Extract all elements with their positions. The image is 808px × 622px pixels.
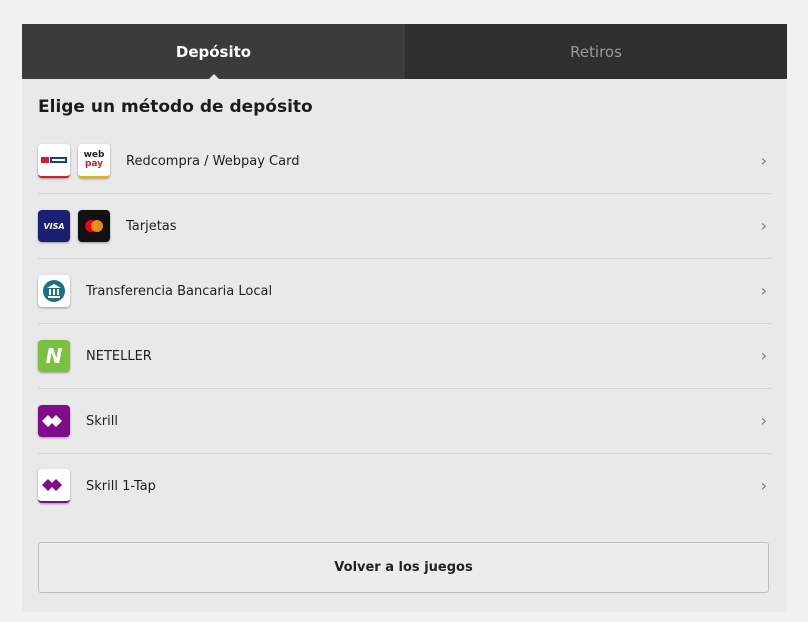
method-bank-transfer[interactable]: Transferencia Bancaria Local › [38,259,771,324]
chevron-right-icon: › [760,411,767,430]
method-logos: VISA [38,210,110,242]
method-label: NETELLER [86,348,152,364]
tab-deposit[interactable]: Depósito [22,24,405,79]
method-logos [38,275,70,307]
chevron-right-icon: › [760,476,767,495]
redcompra-logo-icon [38,144,70,178]
tab-withdrawals[interactable]: Retiros [405,24,787,79]
method-skrill-1-tap[interactable]: Skrill 1-Tap › [38,454,771,518]
chevron-right-icon: › [760,151,767,170]
chevron-right-icon: › [760,346,767,365]
method-logos: N [38,340,70,372]
method-cards[interactable]: VISA Tarjetas › [38,194,771,259]
method-label: Skrill 1-Tap [86,478,156,494]
neteller-logo-icon: N [38,340,70,372]
deposit-panel: Depósito Retiros Elige un método de depó… [22,24,787,612]
visa-logo-icon: VISA [38,210,70,242]
method-label: Tarjetas [126,218,177,234]
chevron-right-icon: › [760,281,767,300]
method-label: Transferencia Bancaria Local [86,283,273,299]
method-skrill[interactable]: Skrill › [38,389,771,454]
method-neteller[interactable]: N NETELLER › [38,324,771,389]
mastercard-logo-icon [78,210,110,242]
tab-bar: Depósito Retiros [22,24,787,79]
page-title: Elige un método de depósito [38,97,313,117]
method-logos [38,469,70,503]
chevron-right-icon: › [760,216,767,235]
method-label: Skrill [86,413,118,429]
skrill-1-tap-logo-icon [38,469,70,503]
bank-icon [38,275,70,307]
method-logos [38,405,70,437]
method-redcompra-webpay[interactable]: web pay Redcompra / Webpay Card › [38,129,771,194]
skrill-logo-icon [38,405,70,437]
neteller-logo-text: N [45,344,63,368]
visa-logo-text: VISA [43,221,65,231]
back-to-games-button[interactable]: Volver a los juegos [38,542,769,593]
method-label: Redcompra / Webpay Card [126,153,300,169]
method-logos: web pay [38,144,110,178]
webpay-logo-icon: web pay [78,144,110,178]
payment-method-list: web pay Redcompra / Webpay Card › VISA T… [38,129,771,518]
webpay-logo-text-bottom: pay [84,159,104,169]
